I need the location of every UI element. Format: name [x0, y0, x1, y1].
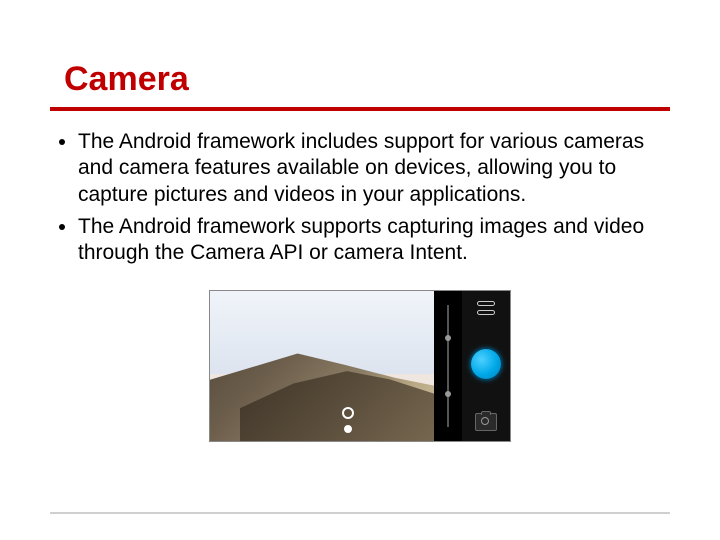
camera-controls — [462, 291, 510, 441]
bullet-list: The Android framework includes support f… — [56, 129, 670, 266]
indicator-dot-icon — [344, 425, 352, 433]
zoom-slider-min-icon — [445, 391, 451, 397]
bullet-item: The Android framework supports capturing… — [78, 214, 670, 267]
camera-mode-icon[interactable] — [475, 413, 497, 431]
slide: Camera The Android framework includes su… — [0, 0, 720, 540]
zoom-slider-max-icon — [445, 335, 451, 341]
indicator-circle-icon — [342, 407, 354, 419]
shutter-button[interactable] — [471, 349, 501, 379]
page-title: Camera — [64, 60, 670, 99]
bullet-item: The Android framework includes support f… — [78, 129, 670, 208]
switch-camera-icon[interactable] — [477, 301, 495, 315]
illustration-container — [50, 290, 670, 442]
mode-indicators — [342, 407, 354, 433]
viewfinder — [210, 291, 434, 441]
zoom-slider[interactable] — [434, 291, 462, 441]
footer-rule — [50, 512, 670, 514]
zoom-slider-track — [447, 305, 449, 427]
camera-app-screenshot — [209, 290, 511, 442]
title-underline — [50, 107, 670, 111]
